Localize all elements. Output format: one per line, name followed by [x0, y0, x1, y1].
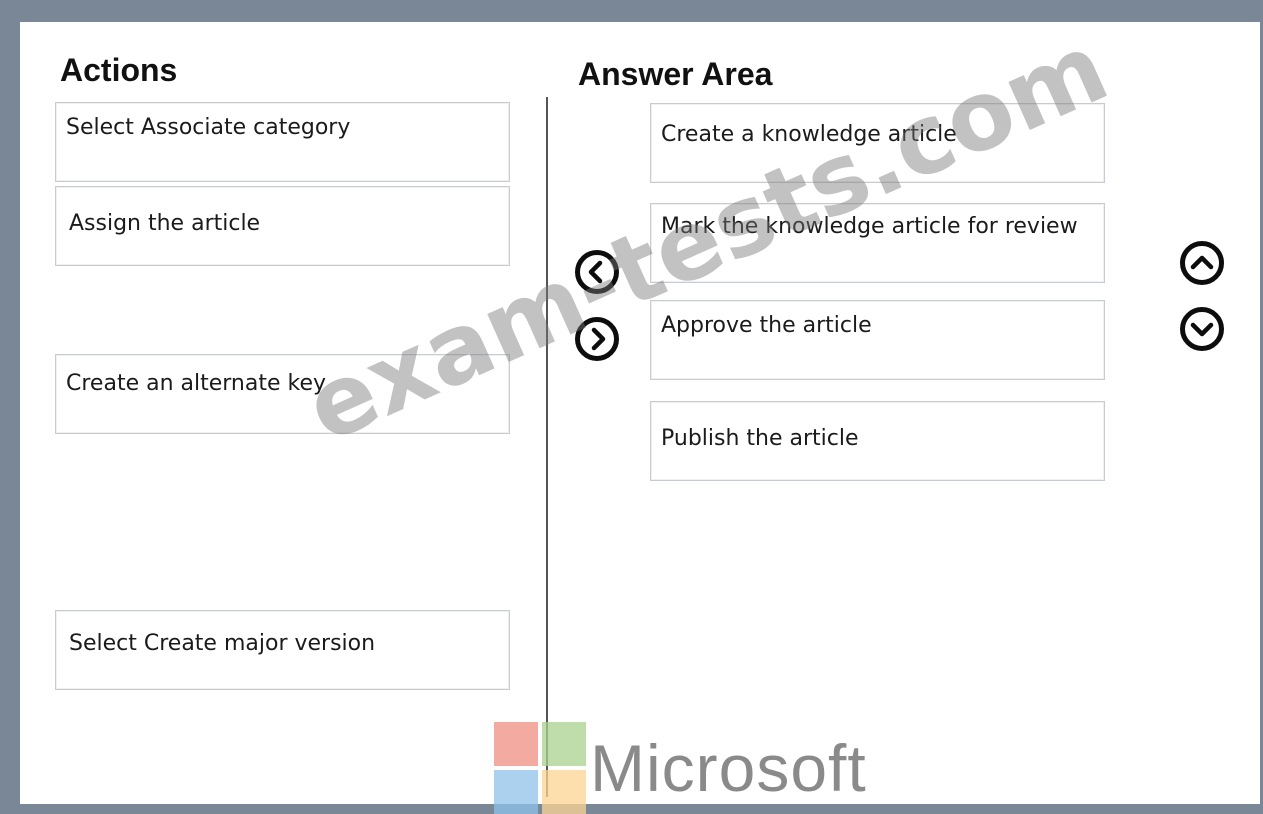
drag-drop-panel: Actions Answer Area Select Associate cat… [20, 11, 1260, 814]
move-right-button[interactable] [575, 317, 619, 361]
answer-item[interactable]: Publish the article [650, 401, 1105, 481]
chevron-left-icon [588, 260, 603, 284]
microsoft-wordmark: Microsoft [590, 731, 867, 805]
microsoft-logo-icon [494, 722, 604, 814]
logo-square-red [494, 722, 538, 766]
window-frame: Actions Answer Area Select Associate cat… [0, 0, 1263, 814]
column-divider [546, 97, 548, 797]
move-up-button[interactable] [1180, 241, 1224, 285]
move-left-button[interactable] [575, 250, 619, 294]
action-item[interactable]: Create an alternate key [55, 354, 510, 434]
answer-item[interactable]: Approve the article [650, 300, 1105, 380]
action-item[interactable]: Assign the article [55, 186, 510, 266]
chevron-down-icon [1190, 322, 1214, 337]
answer-item[interactable]: Create a knowledge article [650, 103, 1105, 183]
chevron-up-icon [1190, 255, 1214, 270]
actions-heading: Actions [60, 52, 178, 88]
action-item[interactable]: Select Create major version [55, 610, 510, 690]
chevron-right-icon [591, 327, 606, 351]
logo-square-blue [494, 770, 538, 814]
logo-square-yellow [542, 770, 586, 814]
move-down-button[interactable] [1180, 307, 1224, 351]
answer-area-heading: Answer Area [578, 56, 773, 92]
answer-item[interactable]: Mark the knowledge article for review [650, 203, 1105, 283]
logo-square-green [542, 722, 586, 766]
action-item[interactable]: Select Associate category [55, 102, 510, 182]
